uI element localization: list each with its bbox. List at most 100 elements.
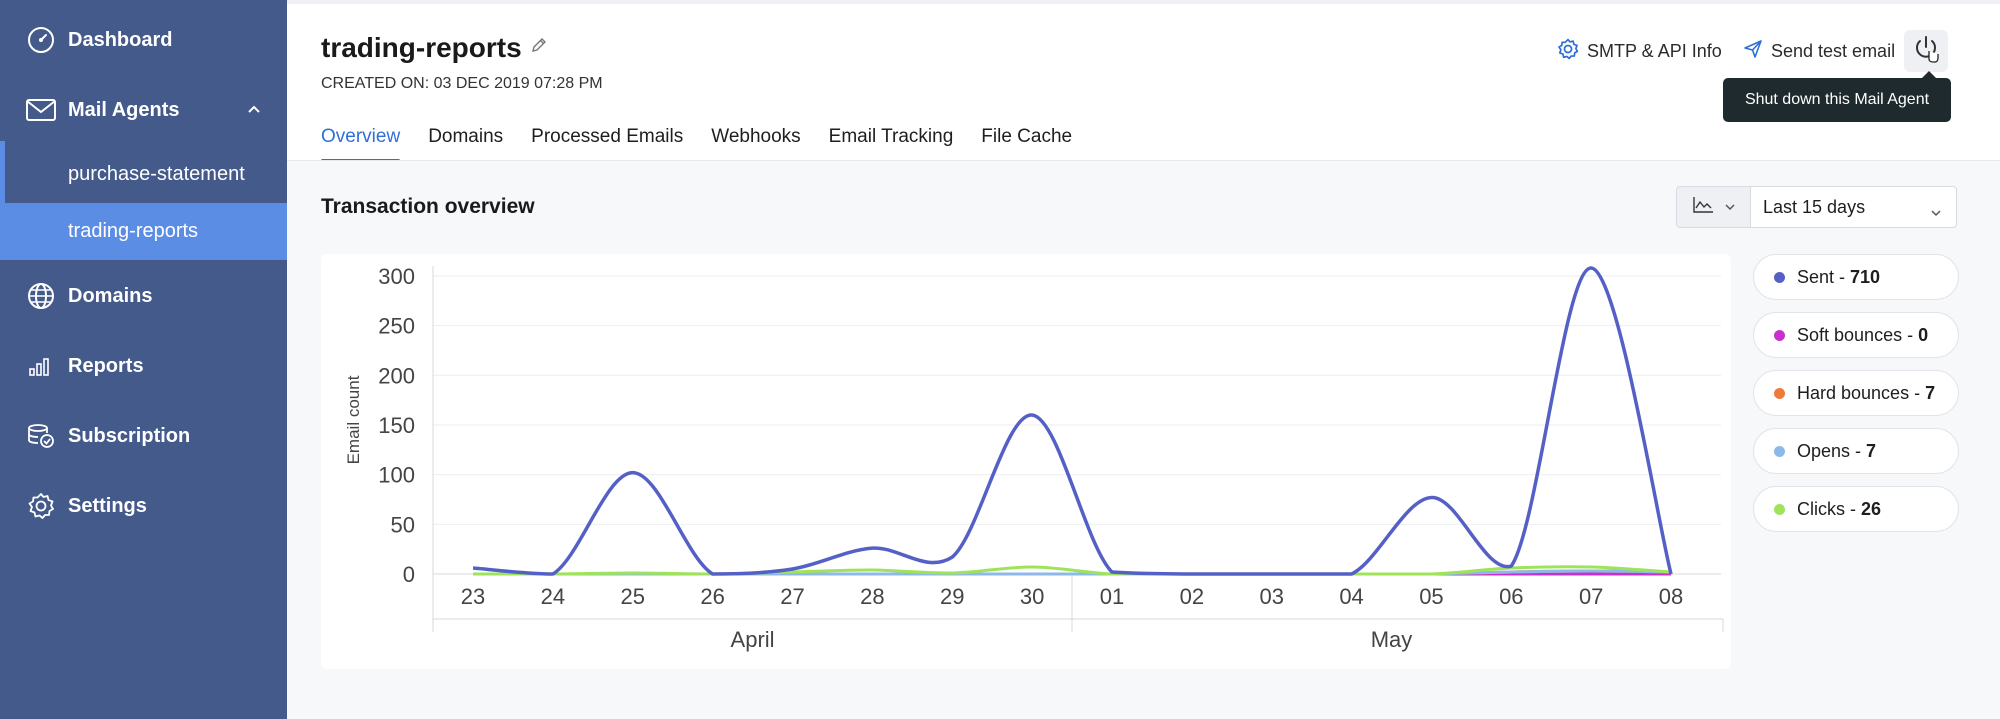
envelope-icon <box>26 95 56 125</box>
x-tick-label: 01 <box>1100 584 1124 609</box>
legend-value: 26 <box>1861 498 1882 519</box>
sidebar-item-label: Settings <box>68 494 147 517</box>
section-title: Transaction overview <box>321 195 535 218</box>
legend-item-hard-bounces[interactable]: Hard bounces - 7 <box>1753 370 1959 416</box>
shutdown-tooltip: Shut down this Mail Agent <box>1723 71 1951 122</box>
send-test-email-link[interactable]: Send test email <box>1743 38 1895 64</box>
chevron-up-icon[interactable] <box>247 101 261 119</box>
gear-icon <box>1557 38 1579 65</box>
chart-type-dropdown[interactable] <box>1676 186 1750 228</box>
tab-overview[interactable]: Overview <box>321 126 401 162</box>
power-icon <box>1913 34 1939 69</box>
sidebar-item-subscription[interactable]: Subscription <box>0 414 287 458</box>
sidebar-subitem-purchase-statement[interactable]: purchase-statement <box>0 146 287 203</box>
x-tick-label: 28 <box>860 584 884 609</box>
date-range-select[interactable]: Last 15 days <box>1750 186 1957 228</box>
legend-value: 0 <box>1918 324 1929 345</box>
x-tick-label: 29 <box>940 584 964 609</box>
legend-name: Clicks <box>1797 498 1845 519</box>
sidebar-item-label: Subscription <box>68 424 191 447</box>
sidebar-item-reports[interactable]: Reports <box>0 344 287 388</box>
chart-card: 0 50 100 150 200 250 300 Email count 23 24 25 26 27 2… <box>321 254 1731 669</box>
series-line-sent <box>472 266 1673 576</box>
smtp-api-info-link[interactable]: SMTP & API Info <box>1557 38 1722 64</box>
globe-icon <box>26 281 56 311</box>
pencil-edit-icon[interactable] <box>530 36 550 56</box>
month-label: May <box>1371 627 1413 652</box>
sidebar-item-domains[interactable]: Domains <box>0 274 287 318</box>
y-tick-label: 0 <box>403 562 415 587</box>
sidebar-subitem-label: purchase-statement <box>68 163 245 185</box>
gear-icon <box>26 491 56 521</box>
legend-dot <box>1774 387 1785 399</box>
sidebar-item-mail-agents[interactable]: Mail Agents <box>0 88 287 132</box>
send-test-email-label: Send test email <box>1771 40 1896 61</box>
tab-webhooks[interactable]: Webhooks <box>711 126 800 162</box>
legend-item-opens[interactable]: Opens - 7 <box>1753 428 1959 474</box>
legend-separator: - <box>1909 382 1926 403</box>
x-tick-label: 08 <box>1659 584 1683 609</box>
legend-item-sent[interactable]: Sent - 710 <box>1753 254 1959 300</box>
legend-separator: - <box>1845 498 1861 519</box>
legend-separator: - <box>1902 324 1919 345</box>
legend-dot <box>1774 503 1785 515</box>
x-tick-label: 04 <box>1339 584 1363 609</box>
y-tick-label: 300 <box>378 264 415 289</box>
legend-item-soft-bounces[interactable]: Soft bounces - 0 <box>1753 312 1959 358</box>
sidebar-subitem-label: trading-reports <box>68 220 199 242</box>
sidebar-item-label: Mail Agents <box>68 98 180 121</box>
x-tick-label: 23 <box>461 584 485 609</box>
shutdown-button[interactable] <box>1904 30 1948 72</box>
chevron-down-icon <box>1724 198 1736 216</box>
month-label: April <box>731 627 775 652</box>
subscription-icon <box>26 421 56 451</box>
x-tick-label: 06 <box>1499 584 1523 609</box>
legend-dot <box>1774 445 1785 457</box>
created-on-text: CREATED ON: 03 DEC 2019 07:28 PM <box>321 75 603 92</box>
tab-domains[interactable]: Domains <box>428 126 503 162</box>
tab-email-tracking[interactable]: Email Tracking <box>829 126 954 162</box>
x-tick-label: 02 <box>1180 584 1204 609</box>
y-tick-label: 50 <box>391 512 415 537</box>
x-tick-label: 30 <box>1020 584 1044 609</box>
dashboard-gauge-icon <box>26 25 56 55</box>
x-tick-label: 07 <box>1579 584 1603 609</box>
legend-dot <box>1774 271 1785 283</box>
chevron-down-icon <box>1930 201 1942 222</box>
tab-file-cache[interactable]: File Cache <box>981 126 1072 162</box>
legend-name: Opens <box>1797 440 1851 461</box>
sidebar-subitem-trading-reports[interactable]: trading-reports <box>0 203 287 260</box>
sidebar-item-dashboard[interactable]: Dashboard <box>0 18 287 62</box>
sidebar: Dashboard Mail Agents purchase-statement… <box>0 0 287 719</box>
legend-dot <box>1774 329 1785 341</box>
legend-item-clicks[interactable]: Clicks - 26 <box>1753 486 1959 532</box>
legend-value: 7 <box>1925 382 1936 403</box>
legend-separator: - <box>1834 266 1851 287</box>
x-tick-label: 24 <box>541 584 565 609</box>
x-tick-label: 27 <box>780 584 804 609</box>
tab-processed-emails[interactable]: Processed Emails <box>531 126 683 162</box>
sidebar-item-settings[interactable]: Settings <box>0 484 287 528</box>
paper-plane-icon <box>1743 39 1763 64</box>
smtp-api-info-label: SMTP & API Info <box>1587 40 1722 61</box>
y-tick-label: 100 <box>378 463 415 488</box>
date-range-value: Last 15 days <box>1763 196 1866 217</box>
legend-name: Soft bounces <box>1797 324 1903 345</box>
transaction-line-chart: 050100150200250300Email count23 24 25 26 27 2… <box>344 264 1724 652</box>
main-panel: trading-reports CREATED ON: 03 DEC 2019 … <box>287 0 2000 719</box>
top-strip <box>287 0 2000 4</box>
tab-bar: Overview Domains Processed Emails Webhoo… <box>321 126 1072 162</box>
legend-value: 710 <box>1850 266 1881 287</box>
x-tick-label: 26 <box>700 584 724 609</box>
legend-name: Sent <box>1797 266 1835 287</box>
legend-name: Hard bounces <box>1797 382 1910 403</box>
y-tick-label: 200 <box>378 363 415 388</box>
overview-content: Transaction overview Last 15 days 0 50 100… <box>287 161 2000 719</box>
legend-value: 7 <box>1866 440 1877 461</box>
y-axis-label: Email count <box>344 375 363 464</box>
legend-separator: - <box>1850 440 1867 461</box>
y-tick-label: 250 <box>378 314 415 339</box>
line-chart-icon <box>1692 196 1714 219</box>
bar-chart-icon <box>26 351 56 381</box>
x-tick-label: 05 <box>1419 584 1443 609</box>
